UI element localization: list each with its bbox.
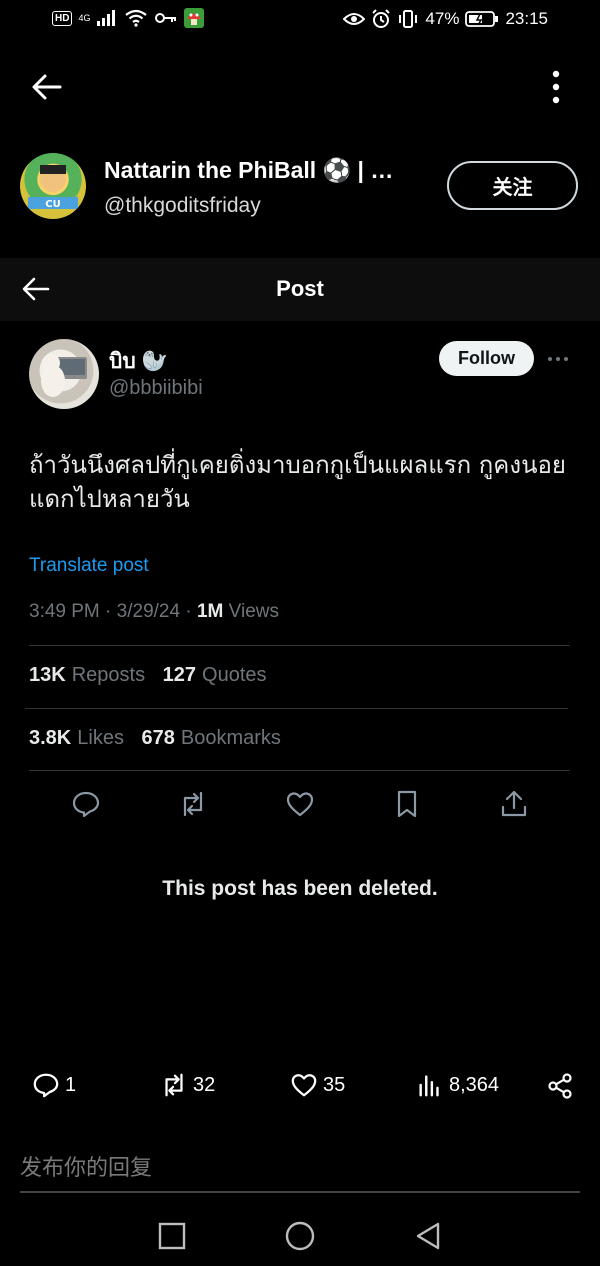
vibrate-icon <box>399 10 418 28</box>
author-name[interactable]: บิบ 🦭 <box>109 345 168 378</box>
share-nodes-icon[interactable] <box>546 1072 574 1100</box>
quotes-count[interactable]: 127 <box>163 664 196 686</box>
bookmarks-count[interactable]: 678 <box>142 727 175 749</box>
battery-percent: 47% <box>425 9 460 28</box>
clock: 23:15 <box>505 9 548 28</box>
bookmark-icon[interactable] <box>392 789 422 819</box>
status-bar: HD 4G 47% 23:15 <box>0 0 600 40</box>
repost-count: 32 <box>193 1073 216 1096</box>
views-action[interactable]: 8,364 <box>416 1071 499 1099</box>
nav-back-triangle-icon[interactable] <box>412 1220 444 1252</box>
views-icon <box>419 1075 439 1097</box>
post-time: 3:49 PM <box>29 601 100 622</box>
views-count: 8,364 <box>449 1073 500 1096</box>
nav-circle-icon[interactable] <box>284 1220 316 1252</box>
svg-text:CU: CU <box>45 199 60 210</box>
battery-icon <box>465 11 499 27</box>
nav-square-icon[interactable] <box>156 1220 188 1252</box>
divider <box>29 645 570 646</box>
repost-icon[interactable] <box>178 789 208 819</box>
hd-indicator: HD <box>52 10 73 26</box>
translate-link[interactable]: Translate post <box>29 555 149 577</box>
mushroom-app-icon <box>184 8 205 28</box>
follow-button[interactable]: 关注 <box>447 161 578 210</box>
like-icon[interactable] <box>285 789 315 819</box>
network-type: 4G <box>78 12 91 23</box>
page-title: Post <box>276 276 324 301</box>
divider <box>25 708 568 709</box>
alarm-icon <box>372 9 391 28</box>
post-date: 3/29/24 <box>116 601 181 622</box>
avatar-photo <box>41 354 87 397</box>
back-arrow-icon[interactable] <box>30 70 64 104</box>
like-stats: 3.8K Likes 678 Bookmarks <box>29 727 281 750</box>
signal-icon <box>97 10 116 26</box>
author-avatar[interactable] <box>29 339 99 409</box>
repost-action[interactable]: 32 <box>160 1071 215 1099</box>
likes-count[interactable]: 3.8K <box>29 727 71 749</box>
reposts-count[interactable]: 13K <box>29 664 66 686</box>
more-vertical-icon[interactable] <box>545 68 567 106</box>
reply-icon <box>33 1073 59 1098</box>
wifi-icon <box>125 9 148 27</box>
status-left: HD 4G <box>52 8 205 28</box>
quotes-label[interactable]: Quotes <box>202 664 266 686</box>
profile-name[interactable]: Nattarin the PhiBall ⚽ | … <box>104 157 424 184</box>
deleted-notice: This post has been deleted. <box>162 877 438 900</box>
like-action[interactable]: 35 <box>290 1071 345 1099</box>
reply-underline <box>20 1191 580 1193</box>
post-text: ถ้าวันนึงศลปที่กูเคยติ่งมาบอกกูเป็นแผลแร… <box>29 451 566 513</box>
views-count: 1M <box>196 601 224 622</box>
profile-avatar[interactable]: CU <box>20 153 86 219</box>
key-icon <box>155 13 177 23</box>
reply-count: 1 <box>65 1073 77 1096</box>
profile-handle[interactable]: @thkgoditsfriday <box>104 194 261 218</box>
like-count: 35 <box>323 1073 346 1096</box>
reply-input[interactable]: 发布你的回复 <box>20 1150 152 1182</box>
likes-label[interactable]: Likes <box>77 727 124 749</box>
meta-sep: · <box>105 601 112 622</box>
like-icon <box>291 1074 317 1097</box>
reply-action[interactable]: 1 <box>32 1071 76 1099</box>
eye-icon <box>343 13 366 25</box>
follow-author-button[interactable]: Follow <box>439 341 534 376</box>
bookmarks-label[interactable]: Bookmarks <box>181 727 281 749</box>
meta-sep: · <box>185 601 192 622</box>
views-label: Views <box>228 601 279 622</box>
reposts-label[interactable]: Reposts <box>72 664 145 686</box>
repost-stats: 13K Reposts 127 Quotes <box>29 664 267 687</box>
status-right: 47% 23:15 <box>343 9 548 29</box>
repost-icon <box>165 1073 183 1097</box>
post-meta: 3:49 PM · 3/29/24 · 1M Views <box>29 601 279 623</box>
share-icon[interactable] <box>499 789 529 819</box>
author-handle[interactable]: @bbbiibibi <box>109 377 203 400</box>
more-horizontal-icon[interactable] <box>546 354 570 364</box>
avatar-illustration: CU <box>28 165 78 210</box>
reply-icon[interactable] <box>71 789 101 819</box>
divider <box>29 770 570 771</box>
